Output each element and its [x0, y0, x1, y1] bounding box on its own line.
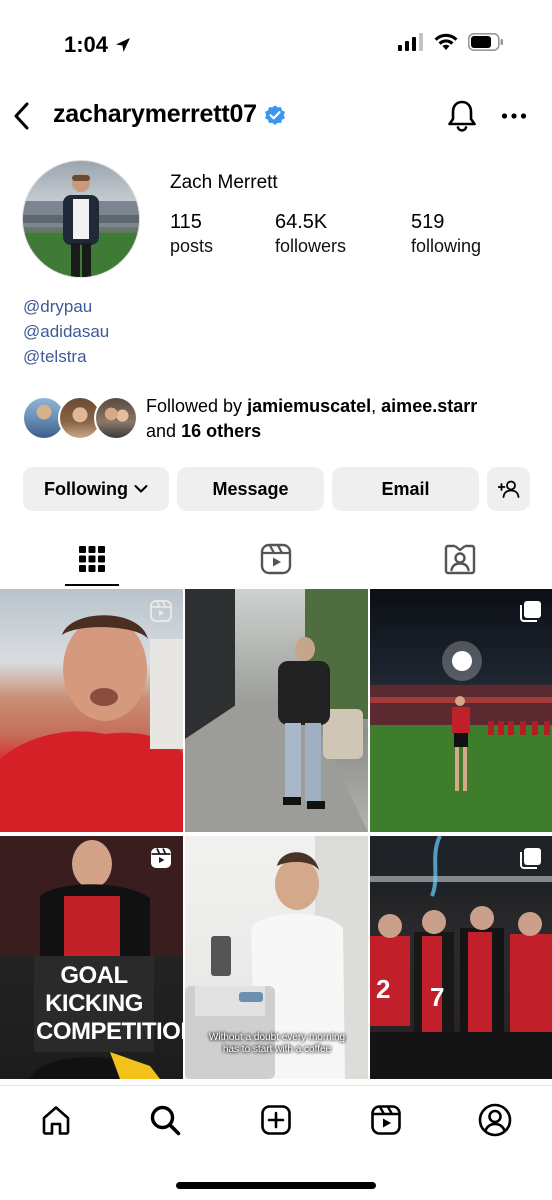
wifi-icon	[434, 33, 458, 50]
nav-reels[interactable]	[368, 1102, 404, 1138]
post-team-celebration[interactable]: 2 7	[370, 836, 552, 1079]
posts-count: 115	[170, 211, 202, 233]
post-coffee-reel[interactable]: Without a doubt every morning has to sta…	[185, 836, 368, 1079]
nav-create[interactable]	[258, 1102, 294, 1138]
post-thumbnail-art: 2 7	[370, 836, 552, 1079]
carousel-badge-icon	[520, 601, 541, 622]
bio-link-telstra[interactable]: @telstra	[23, 344, 109, 369]
profile-icon	[478, 1103, 512, 1137]
bell-icon	[448, 100, 476, 132]
post-thumbnail-art	[0, 615, 183, 832]
post-thumbnail-art	[370, 641, 552, 832]
reel-badge-icon	[150, 600, 172, 622]
reel-badge-icon	[151, 848, 171, 868]
tab-tagged[interactable]	[440, 541, 480, 577]
posts-label: posts	[170, 236, 214, 256]
followers-stat[interactable]: 64.5K followers	[275, 210, 346, 258]
bio-link-drypau[interactable]: @drypau	[23, 294, 109, 319]
home-icon	[42, 1106, 70, 1135]
posts-stat[interactable]: 115 posts	[170, 210, 213, 258]
profile-actions: Following Message Email	[23, 467, 531, 511]
followed-others: 16 others	[181, 421, 262, 441]
status-indicators	[398, 33, 504, 51]
email-button-label: Email	[381, 478, 430, 499]
followed-by-prefix: Followed by	[146, 396, 243, 416]
posts-grid: GOAL KICKING COMPETITION Without a doubt…	[0, 589, 552, 1085]
clock-text: 1:04	[64, 32, 109, 57]
home-indicator	[176, 1182, 376, 1189]
username: zacharymerrett07	[53, 100, 257, 128]
location-arrow-icon	[116, 38, 131, 52]
message-button[interactable]: Message	[177, 467, 324, 511]
suggest-people-button[interactable]	[487, 467, 530, 511]
signal-icon	[398, 33, 423, 51]
status-bar: 1:04	[0, 0, 552, 90]
following-label: following	[411, 236, 482, 256]
more-icon	[501, 113, 527, 119]
bio-links: @drypau @adidasau @telstra	[23, 294, 109, 369]
message-button-label: Message	[212, 478, 289, 499]
post-goal-kicking-reel[interactable]: GOAL KICKING COMPETITION	[0, 836, 183, 1079]
add-person-icon	[497, 480, 519, 498]
notifications-button[interactable]	[446, 99, 478, 138]
reels-icon	[260, 543, 292, 575]
post-walking-photo[interactable]	[185, 589, 368, 832]
followed-by-text: Followed by jamiemuscatel, aimee.starr a…	[146, 394, 546, 444]
active-tab-indicator	[65, 584, 119, 586]
mutual-avatars	[22, 396, 140, 440]
post-stadium-photo[interactable]	[370, 589, 552, 832]
svg-text:2: 2	[376, 974, 390, 1004]
back-chevron-icon	[14, 102, 29, 130]
chevron-down-icon	[134, 485, 148, 493]
coffee-caption: Without a doubt every morning has to sta…	[208, 1032, 346, 1055]
display-name: Zach Merrett	[170, 172, 278, 193]
followed-separator: ,	[371, 396, 377, 416]
following-count: 519	[411, 211, 445, 233]
carousel-badge-icon	[520, 848, 541, 869]
verified-badge-icon	[264, 104, 285, 125]
following-button-label: Following	[44, 478, 128, 499]
nav-search[interactable]	[147, 1102, 183, 1138]
create-icon	[261, 1105, 291, 1135]
email-button[interactable]: Email	[332, 467, 479, 511]
followers-label: followers	[275, 236, 347, 256]
followed-user-2: aimee.starr	[381, 396, 478, 416]
nav-home[interactable]	[38, 1102, 74, 1138]
nav-profile[interactable]	[477, 1102, 513, 1138]
profile-header: zacharymerrett07	[0, 92, 552, 140]
avatar-photo	[23, 174, 139, 277]
followed-user-1: jamiemuscatel	[247, 396, 372, 416]
profile-tabs	[0, 533, 552, 587]
battery-icon	[468, 33, 503, 51]
post-selfie-video[interactable]	[0, 589, 183, 832]
reels-icon	[371, 1105, 401, 1135]
followed-by[interactable]: Followed by jamiemuscatel, aimee.starr a…	[22, 394, 542, 442]
tab-reels[interactable]	[256, 541, 296, 577]
followers-count: 64.5K	[275, 211, 328, 233]
following-button[interactable]: Following	[23, 467, 169, 511]
grid-icon	[79, 546, 105, 572]
bio-link-adidasau[interactable]: @adidasau	[23, 319, 109, 344]
bottom-nav	[0, 1085, 552, 1200]
search-icon	[150, 1105, 181, 1136]
reel-badge-icon	[335, 847, 357, 869]
tab-grid[interactable]	[72, 541, 112, 577]
followed-and: and	[146, 421, 177, 441]
following-stat[interactable]: 519 following	[411, 210, 481, 258]
more-options-button[interactable]	[500, 102, 528, 130]
status-time: 1:04	[64, 32, 132, 58]
goal-kicking-title: GOAL KICKING COMPETITION	[34, 956, 183, 1052]
post-thumbnail-art	[185, 589, 368, 832]
mutual-avatar-3	[94, 396, 138, 440]
avatar[interactable]	[22, 160, 140, 278]
back-button[interactable]	[10, 98, 34, 134]
username-wrap: zacharymerrett07	[53, 100, 287, 129]
tagged-icon	[444, 544, 476, 575]
svg-text:7: 7	[430, 982, 444, 1012]
